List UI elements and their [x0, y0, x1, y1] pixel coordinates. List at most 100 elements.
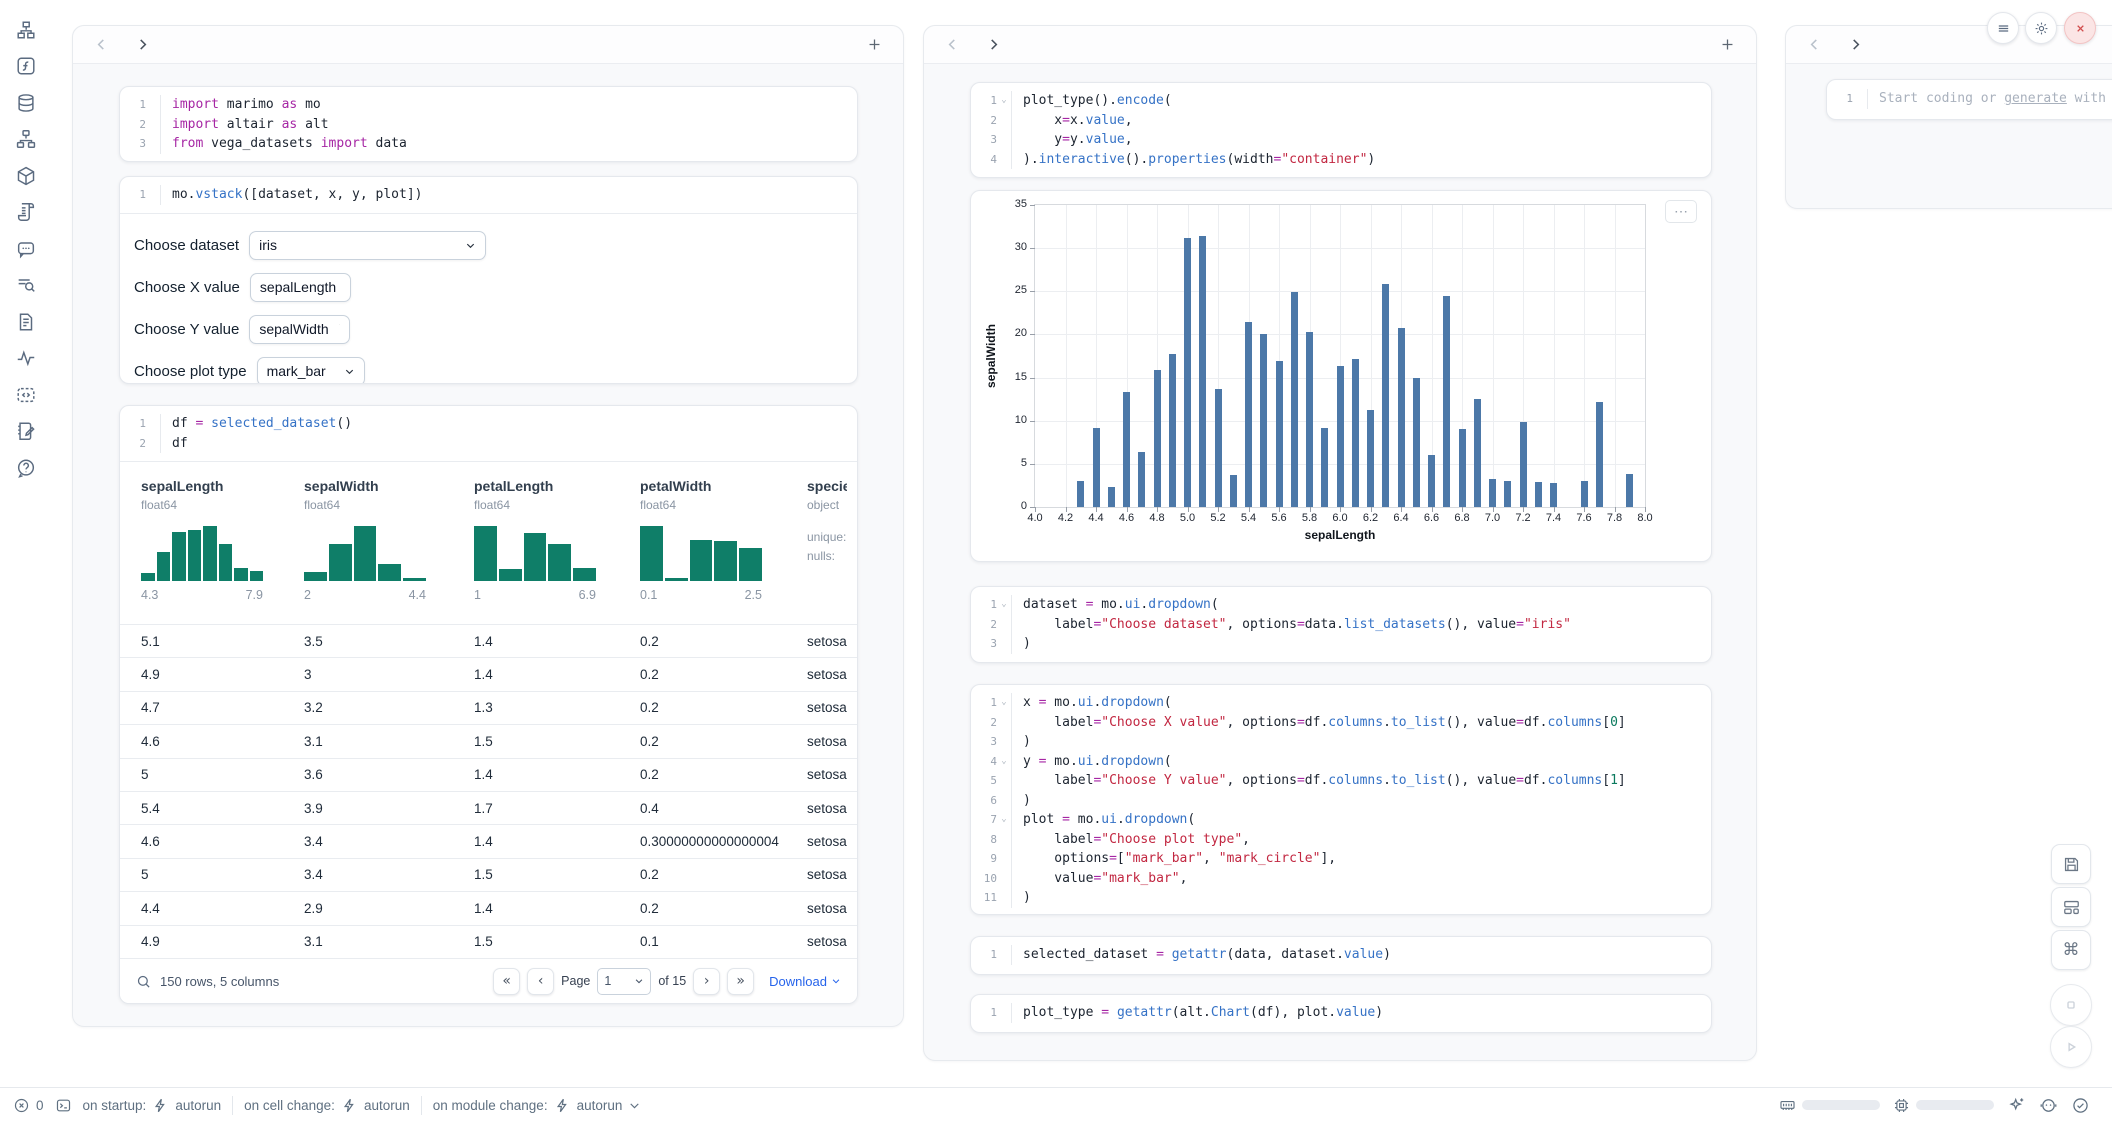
code-line[interactable]: 6)	[971, 791, 1711, 811]
column-next-icon[interactable]	[1847, 36, 1864, 53]
stop-button[interactable]	[2050, 984, 2092, 1026]
code-line[interactable]: 2 x=x.value,	[971, 111, 1711, 131]
table-row[interactable]: 4.63.11.50.2setosa	[120, 724, 857, 757]
code-editor[interactable]: 1selected_dataset = getattr(data, datase…	[971, 937, 1711, 973]
last-page-button[interactable]: »	[727, 968, 754, 995]
datasources-icon[interactable]	[15, 92, 37, 114]
code-line[interactable]: 1⌄dataset = mo.ui.dropdown(	[971, 595, 1711, 615]
tracing-icon[interactable]	[15, 347, 37, 369]
code-line[interactable]: 2 label="Choose dataset", options=data.l…	[971, 615, 1711, 635]
ai-sparkles-icon[interactable]	[2007, 1096, 2026, 1115]
assistant-icon[interactable]	[2039, 1096, 2058, 1115]
table-row[interactable]: 53.61.40.2setosa	[120, 758, 857, 791]
menu-button[interactable]	[1987, 12, 2019, 44]
code-line[interactable]: 2df	[120, 434, 857, 454]
code-editor[interactable]: 1⌄plot_type().encode(2 x=x.value,3 y=y.v…	[971, 83, 1711, 177]
scratchpad-icon[interactable]	[15, 420, 37, 442]
table-row[interactable]: 5.13.51.40.2setosa	[120, 624, 857, 657]
code-editor[interactable]: 1df = selected_dataset()2df	[120, 406, 857, 462]
code-line[interactable]: 2 label="Choose X value", options=df.col…	[971, 713, 1711, 733]
save-button[interactable]	[2051, 844, 2091, 884]
code-line[interactable]: 1mo.vstack([dataset, x, y, plot])	[120, 185, 857, 205]
code-editor-placeholder[interactable]: 1Start coding or generate with	[1827, 80, 2112, 118]
code-line[interactable]: 1⌄plot_type().encode(	[971, 91, 1711, 111]
plot-type-select[interactable]: mark_bar	[257, 357, 365, 385]
code-line[interactable]: 3)	[971, 634, 1711, 654]
layout-button[interactable]	[2051, 887, 2091, 927]
outline-search-icon[interactable]	[15, 274, 37, 296]
file-tree-icon[interactable]	[15, 19, 37, 41]
y-select[interactable]: sepalWidth	[249, 315, 350, 344]
code-line[interactable]: 3from vega_datasets import data	[120, 134, 857, 154]
snippets-icon[interactable]	[15, 384, 37, 406]
table-row[interactable]: 4.931.40.2setosa	[120, 657, 857, 690]
code-line[interactable]: 5 label="Choose Y value", options=df.col…	[971, 771, 1711, 791]
documentation-icon[interactable]	[15, 311, 37, 333]
run-button[interactable]	[2050, 1026, 2092, 1068]
table-row[interactable]: 4.93.11.50.1setosa	[120, 925, 857, 958]
table-row[interactable]: 53.41.50.2setosa	[120, 858, 857, 891]
code-line[interactable]: 4).interactive().properties(width="conta…	[971, 150, 1711, 170]
code-line[interactable]: 7⌄plot = mo.ui.dropdown(	[971, 810, 1711, 830]
code-line[interactable]: 4⌄y = mo.ui.dropdown(	[971, 752, 1711, 772]
code-line[interactable]: 1import marimo as mo	[120, 95, 857, 115]
packages-icon[interactable]	[15, 165, 37, 187]
errors-indicator[interactable]: 0	[13, 1097, 44, 1114]
fold-chevron-icon[interactable]: ⌄	[997, 693, 1011, 713]
code-editor[interactable]: 1mo.vstack([dataset, x, y, plot])	[120, 177, 857, 214]
code-line[interactable]: 10 value="mark_bar",	[971, 869, 1711, 889]
column-prev-icon[interactable]	[944, 36, 961, 53]
table-row[interactable]: 5.43.91.70.4setosa	[120, 791, 857, 824]
code-editor[interactable]: 1plot_type = getattr(alt.Chart(df), plot…	[971, 995, 1711, 1031]
code-editor[interactable]: 1⌄dataset = mo.ui.dropdown(2 label="Choo…	[971, 587, 1711, 662]
add-cell-icon[interactable]	[866, 36, 883, 53]
add-cell-icon[interactable]	[1719, 36, 1736, 53]
shutdown-button[interactable]	[2064, 12, 2096, 44]
help-icon[interactable]	[15, 457, 37, 479]
code-line[interactable]: 3)	[971, 732, 1711, 752]
prev-page-button[interactable]: ‹	[527, 968, 554, 995]
code-line[interactable]: 1selected_dataset = getattr(data, datase…	[971, 945, 1711, 965]
on-cell-change-toggle[interactable]: on cell change: autorun	[244, 1097, 410, 1114]
download-button[interactable]: Download	[769, 974, 841, 989]
column-prev-icon[interactable]	[93, 36, 110, 53]
on-startup-toggle[interactable]: on startup: autorun	[83, 1097, 222, 1114]
on-module-change-toggle[interactable]: on module change: autorun	[433, 1097, 642, 1114]
code-editor[interactable]: 1⌄x = mo.ui.dropdown(2 label="Choose X v…	[971, 685, 1711, 915]
chat-icon[interactable]	[15, 238, 37, 260]
column-next-icon[interactable]	[134, 36, 151, 53]
settings-button[interactable]	[2025, 12, 2057, 44]
functions-icon[interactable]	[15, 55, 37, 77]
logs-icon[interactable]	[15, 201, 37, 223]
code-line[interactable]: 9 options=["mark_bar", "mark_circle"],	[971, 849, 1711, 869]
column-prev-icon[interactable]	[1806, 36, 1823, 53]
code-line[interactable]: 8 label="Choose plot type",	[971, 830, 1711, 850]
column-next-icon[interactable]	[985, 36, 1002, 53]
table-row[interactable]: 4.42.91.40.2setosa	[120, 891, 857, 924]
fold-chevron-icon[interactable]: ⌄	[997, 810, 1011, 830]
connection-status-icon[interactable]	[2071, 1096, 2090, 1115]
code-line[interactable]: 2import altair as alt	[120, 115, 857, 135]
chart-plot[interactable]: sepalWidth sepalLength 4.04.24.44.64.85.…	[1034, 204, 1646, 508]
code-line[interactable]: 1df = selected_dataset()	[120, 414, 857, 434]
fold-chevron-icon[interactable]: ⌄	[997, 595, 1011, 615]
dependency-graph-icon[interactable]	[15, 128, 37, 150]
keyboard-shortcuts-button[interactable]: ⌘	[2051, 930, 2091, 970]
code-line[interactable]: 1Start coding or generate with	[1827, 89, 2112, 109]
next-page-button[interactable]: ›	[693, 968, 720, 995]
code-line[interactable]: 3 y=y.value,	[971, 130, 1711, 150]
page-select[interactable]: 1	[597, 968, 651, 995]
code-line[interactable]: 1plot_type = getattr(alt.Chart(df), plot…	[971, 1003, 1711, 1023]
chart-options-button[interactable]: ⋯	[1665, 200, 1697, 223]
fold-chevron-icon[interactable]: ⌄	[997, 752, 1011, 772]
code-line[interactable]: 1⌄x = mo.ui.dropdown(	[971, 693, 1711, 713]
search-icon[interactable]	[136, 974, 151, 989]
x-select[interactable]: sepalLength	[250, 273, 351, 302]
code-editor[interactable]: 1import marimo as mo2import altair as al…	[120, 87, 857, 162]
first-page-button[interactable]: «	[493, 968, 520, 995]
table-row[interactable]: 4.73.21.30.2setosa	[120, 691, 857, 724]
code-line[interactable]: 11)	[971, 888, 1711, 908]
fold-chevron-icon[interactable]: ⌄	[997, 91, 1011, 111]
table-row[interactable]: 4.63.41.40.30000000000000004setosa	[120, 824, 857, 857]
terminal-button[interactable]	[55, 1097, 72, 1114]
